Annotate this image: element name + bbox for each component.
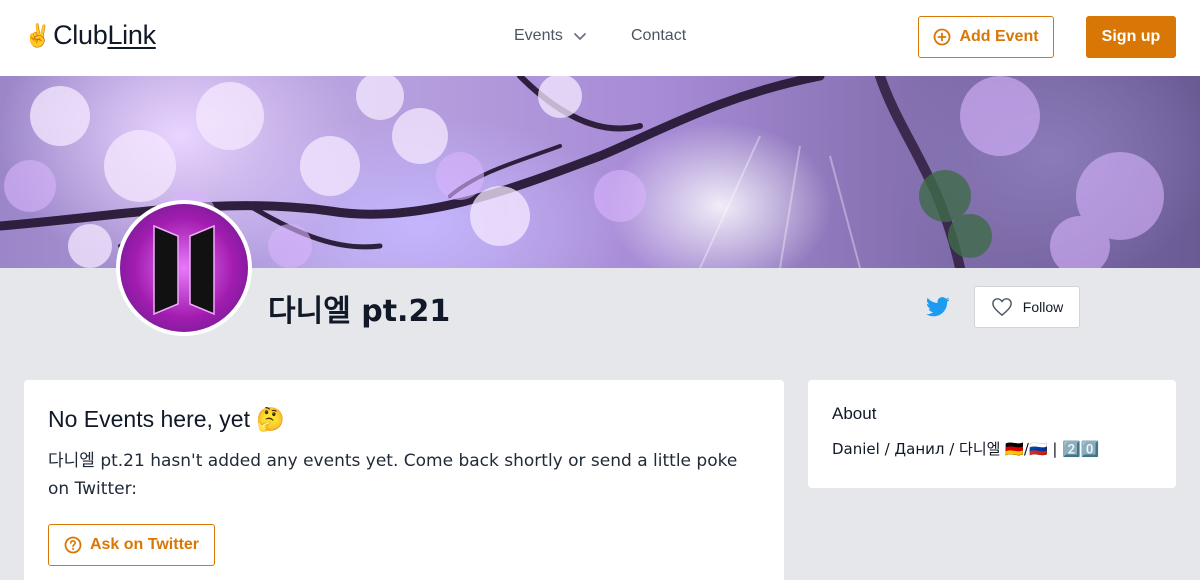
nav-contact-link[interactable]: Contact [631, 27, 686, 45]
question-circle-icon [64, 536, 82, 554]
add-event-label: Add Event [959, 28, 1039, 45]
empty-state-title: No Events here, yet 🤔 [48, 406, 286, 432]
logo-text-link: Link [107, 20, 156, 50]
events-empty-card: No Events here, yet 🤔 다니엘 pt.21 hasn't a… [24, 380, 784, 580]
ask-on-twitter-button[interactable]: Ask on Twitter [48, 524, 215, 566]
bts-logo-icon [153, 224, 215, 316]
top-navbar: ✌️ Club Link Events Contact Add Event Sig… [0, 0, 1200, 76]
chevron-down-icon [574, 33, 586, 40]
nav-events-label: Events [514, 27, 563, 44]
about-text: Daniel / Данил / 다니엘 🇩🇪/🇷🇺 | 2️⃣0️⃣ [832, 440, 1100, 458]
twitter-icon[interactable] [926, 296, 950, 318]
nav-events-dropdown[interactable]: Events [514, 27, 587, 45]
heart-icon [991, 298, 1012, 316]
sign-up-button[interactable]: Sign up [1086, 16, 1176, 58]
ask-on-twitter-label: Ask on Twitter [89, 536, 200, 553]
follow-button[interactable]: Follow [974, 286, 1080, 328]
add-event-button[interactable]: Add Event [918, 16, 1054, 58]
profile-name: 다니엘 pt.21 [268, 294, 451, 329]
about-title: About [832, 404, 877, 423]
logo-text-club: Club [53, 20, 108, 50]
profile-avatar [116, 200, 252, 336]
plus-circle-icon [934, 28, 951, 46]
about-card: About Daniel / Данил / 다니엘 🇩🇪/🇷🇺 | 2️⃣0️… [808, 380, 1176, 488]
follow-label: Follow [1022, 299, 1064, 315]
clublink-logo[interactable]: ✌️ Club Link [24, 20, 156, 51]
victory-hand-icon: ✌️ [24, 22, 52, 48]
empty-state-message: 다니엘 pt.21 hasn't added any events yet. C… [48, 451, 738, 499]
